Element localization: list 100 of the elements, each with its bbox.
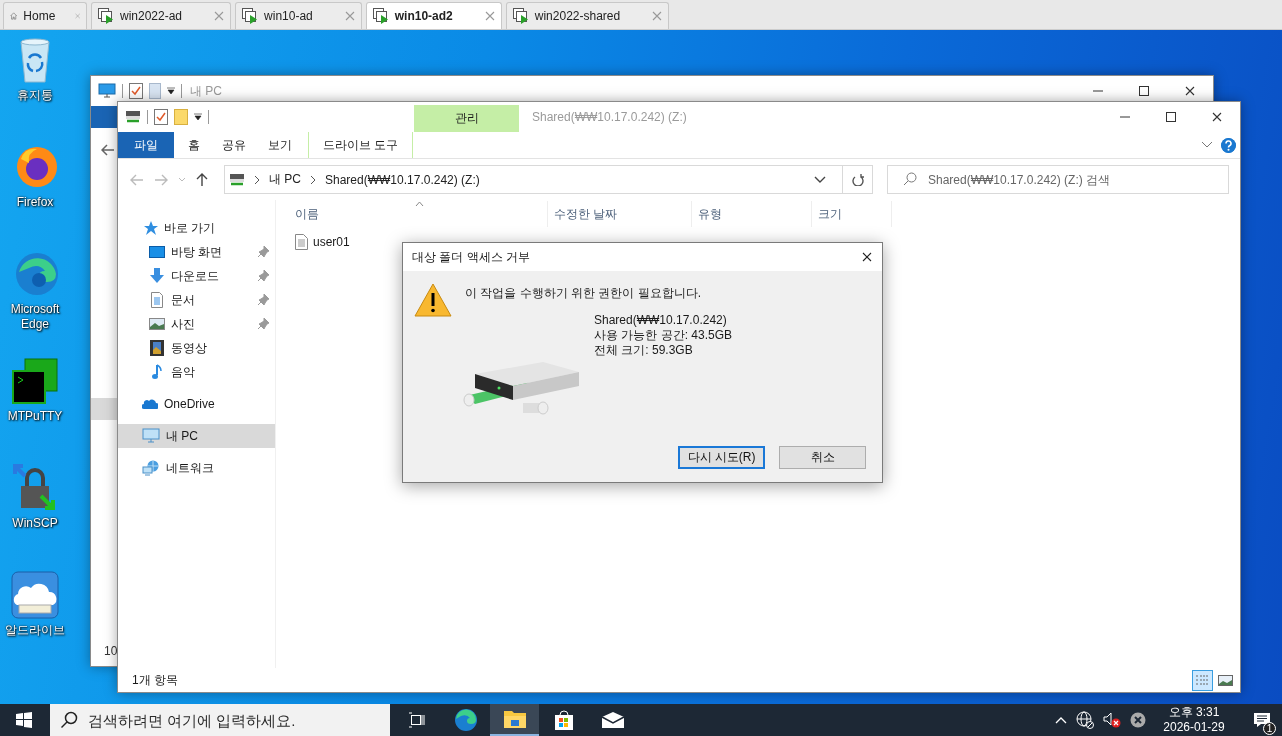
virtual-machine-icon bbox=[372, 8, 389, 24]
music-note-icon bbox=[149, 364, 165, 380]
nav-item[interactable]: OneDrive bbox=[118, 392, 275, 416]
shopping-bag-icon[interactable] bbox=[552, 709, 575, 731]
download-arrow-icon bbox=[149, 268, 165, 284]
back-arrow-icon[interactable] bbox=[101, 144, 115, 156]
file-name[interactable]: user01 bbox=[313, 235, 350, 249]
network-icon bbox=[142, 460, 160, 476]
dropdown-icon[interactable] bbox=[167, 87, 175, 95]
nav-item[interactable]: 문서 bbox=[118, 288, 275, 312]
computer-icon bbox=[142, 428, 160, 444]
home-icon bbox=[10, 9, 18, 23]
nav-item[interactable]: 음악 bbox=[118, 360, 275, 384]
computer-icon bbox=[98, 83, 116, 99]
close-tab-icon[interactable] bbox=[484, 11, 495, 21]
folder-icon[interactable] bbox=[502, 709, 527, 729]
desktop-icon-label: WinSCP bbox=[11, 516, 59, 531]
error-icon[interactable] bbox=[1130, 712, 1146, 728]
windows-start-icon[interactable] bbox=[16, 712, 32, 728]
breadcrumb-item[interactable]: Shared(₩₩10.17.0.242) (Z:) bbox=[325, 172, 480, 187]
dialog-button[interactable]: 취소 bbox=[779, 446, 866, 469]
session-tab[interactable]: Home bbox=[3, 2, 87, 29]
nav-item[interactable]: 동영상 bbox=[118, 336, 275, 360]
ribbon-tab[interactable]: 드라이브 도구 bbox=[308, 132, 413, 158]
item-count: 1개 항목 bbox=[132, 671, 178, 689]
pin-icon[interactable] bbox=[257, 294, 269, 306]
notification-badge: 1 bbox=[1263, 722, 1276, 735]
edge-icon[interactable] bbox=[453, 708, 478, 732]
chevron-right-icon bbox=[309, 174, 317, 185]
checklist-icon[interactable] bbox=[129, 83, 143, 99]
pin-icon[interactable] bbox=[257, 318, 269, 330]
ribbon-tab[interactable]: 보기 bbox=[258, 132, 302, 158]
session-tab[interactable]: win2022-shared bbox=[505, 2, 670, 29]
nav-item[interactable]: 네트워크 bbox=[118, 456, 275, 480]
session-tab[interactable]: win10-ad bbox=[235, 2, 362, 29]
chevron-down-icon[interactable] bbox=[1201, 141, 1213, 149]
dialog-button[interactable]: 다시 시도(R) bbox=[678, 446, 765, 469]
virtual-machine-icon bbox=[242, 8, 259, 24]
breadcrumb-item[interactable]: 내 PC bbox=[269, 171, 301, 188]
pin-icon[interactable] bbox=[257, 246, 269, 258]
network-drive-icon bbox=[125, 110, 141, 124]
nav-item[interactable]: 다운로드 bbox=[118, 264, 275, 288]
task-view-icon[interactable] bbox=[407, 712, 426, 728]
checklist-icon[interactable] bbox=[154, 109, 168, 125]
image-icon bbox=[1218, 674, 1233, 686]
nav-item[interactable]: 바탕 화면 bbox=[118, 240, 275, 264]
status-text: 10 bbox=[104, 644, 118, 658]
details-view-button[interactable] bbox=[1192, 669, 1213, 691]
globe-icon[interactable] bbox=[1076, 711, 1094, 729]
desktop-icon-label: 휴지통 bbox=[16, 88, 54, 103]
cloud-app-icon[interactable] bbox=[11, 571, 59, 619]
column-header[interactable]: 이름 bbox=[276, 201, 548, 227]
ribbon-tab[interactable]: 공유 bbox=[212, 132, 256, 158]
dialog-message: 이 작업을 수행하기 위한 권한이 필요합니다. bbox=[465, 285, 701, 302]
close-icon[interactable] bbox=[862, 252, 872, 262]
desktop-icon-label: MTPuTTY bbox=[6, 409, 64, 424]
star-icon bbox=[142, 220, 158, 236]
network-drive-icon bbox=[229, 172, 245, 187]
window-title: Shared(₩₩10.17.0.242) (Z:) bbox=[532, 110, 687, 124]
address-bar[interactable]: 내 PC Shared(₩₩10.17.0.242) (Z:) bbox=[224, 165, 843, 194]
ribbon-tab[interactable]: 홈 bbox=[178, 132, 210, 158]
help-icon[interactable] bbox=[1221, 137, 1236, 153]
ribbon-tab[interactable]: 파일 bbox=[118, 132, 174, 158]
drive-detail: Shared(₩₩10.17.0.242) bbox=[594, 313, 728, 328]
session-tab[interactable]: win2022-ad bbox=[91, 2, 232, 29]
context-tab-header: 관리 bbox=[414, 105, 519, 132]
drive-detail: 전체 크기: 59.3GB bbox=[594, 343, 694, 358]
desktop-icon-label: Firefox bbox=[15, 195, 55, 210]
session-tab[interactable]: win10-ad2 bbox=[365, 2, 502, 29]
window-title: 내 PC bbox=[190, 82, 222, 100]
chevron-right-icon bbox=[253, 174, 261, 185]
dropdown-icon[interactable] bbox=[194, 113, 202, 121]
terminal-icon[interactable] bbox=[11, 357, 59, 405]
search-icon bbox=[903, 172, 917, 186]
film-icon bbox=[149, 340, 165, 356]
warning-icon bbox=[414, 283, 452, 317]
refresh-button[interactable] bbox=[843, 165, 873, 194]
taskbar-search-field[interactable]: 검색하려면 여기에 입력하세요. bbox=[50, 704, 390, 736]
envelope-icon[interactable] bbox=[600, 711, 625, 729]
nav-item[interactable]: 바로 가기 bbox=[118, 216, 275, 240]
pin-icon[interactable] bbox=[257, 270, 269, 282]
selection-highlight bbox=[91, 398, 118, 420]
search-field[interactable]: Shared(₩₩10.17.0.242) (Z:) 검색 bbox=[887, 165, 1229, 194]
document-icon bbox=[149, 292, 165, 308]
column-header[interactable]: 크기 bbox=[812, 201, 892, 227]
nav-item[interactable]: 내 PC bbox=[118, 424, 275, 448]
virtual-machine-icon bbox=[512, 8, 529, 24]
muted-speaker-icon[interactable] bbox=[1103, 712, 1121, 728]
list-icon bbox=[1195, 673, 1210, 687]
search-icon bbox=[60, 711, 78, 729]
clock[interactable]: 오후 3:31 2026-01-29 bbox=[1161, 705, 1227, 735]
picture-icon bbox=[149, 316, 165, 332]
chevron-up-icon[interactable] bbox=[1055, 716, 1067, 724]
drive-detail: 사용 가능한 공간: 43.5GB bbox=[594, 328, 734, 343]
column-header[interactable]: 수정한 날짜 bbox=[548, 201, 692, 227]
column-header[interactable]: 유형 bbox=[692, 201, 812, 227]
virtual-machine-icon bbox=[98, 8, 114, 24]
nav-item[interactable]: 사진 bbox=[118, 312, 275, 336]
up-arrow-icon[interactable] bbox=[196, 172, 208, 187]
desktop-icon-label: 알드라이브 bbox=[4, 623, 66, 638]
